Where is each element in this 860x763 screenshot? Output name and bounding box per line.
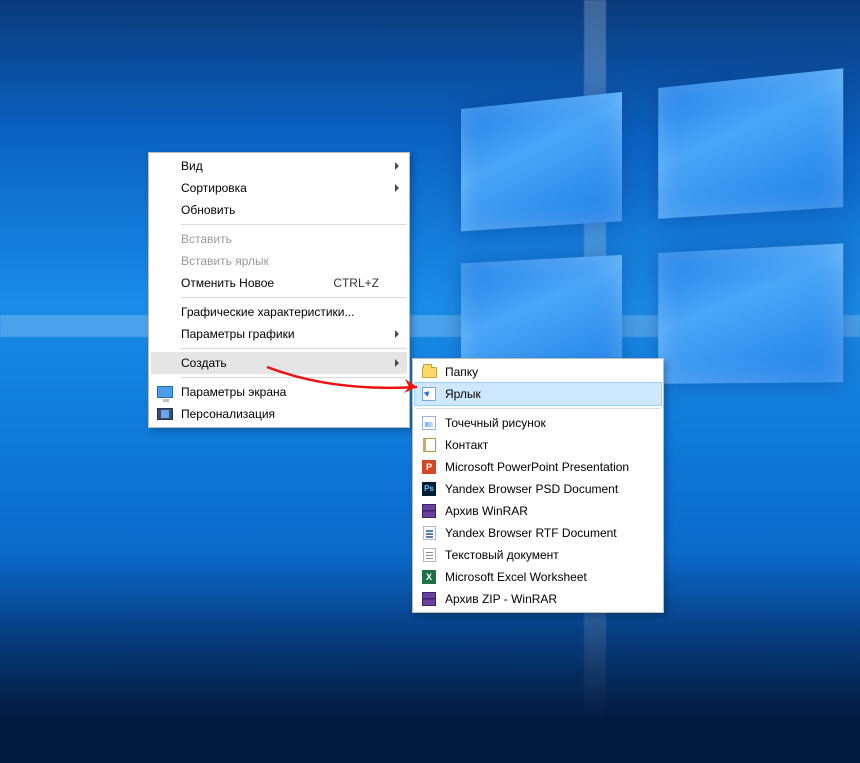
submenu-item[interactable]: X Microsoft Excel Worksheet	[415, 566, 661, 588]
menu-item-label: Вставить ярлык	[181, 254, 269, 268]
submenu-item-label: Архив ZIP - WinRAR	[445, 592, 557, 606]
desktop-context-menu: Вид Сортировка Обновить Вставить Вставить яр…	[148, 152, 410, 428]
powerpoint-icon: P	[421, 459, 437, 475]
menu-item[interactable]: Сортировка	[151, 177, 407, 199]
submenu-arrow-icon	[395, 184, 399, 192]
menu-item: Вставить ярлык	[151, 250, 407, 272]
menu-separator	[181, 348, 406, 349]
bitmap-icon	[421, 415, 437, 431]
folder-icon	[421, 364, 437, 380]
menu-item-label: Отменить Новое	[181, 276, 274, 290]
menu-separator	[181, 224, 406, 225]
personalize-icon	[157, 406, 173, 422]
submenu-item-label: Точечный рисунок	[445, 416, 546, 430]
winrar-icon	[421, 503, 437, 519]
submenu-item-label: Контакт	[445, 438, 488, 452]
text-icon	[421, 547, 437, 563]
menu-item-label: Создать	[181, 356, 227, 370]
submenu-item[interactable]: Архив ZIP - WinRAR	[415, 588, 661, 610]
submenu-item[interactable]: Yandex Browser RTF Document	[415, 522, 661, 544]
new-submenu: Папку Ярлык Точечный рисунок Контакт P Micros…	[412, 358, 664, 613]
menu-item[interactable]: Параметры графики	[151, 323, 407, 345]
submenu-arrow-icon	[395, 162, 399, 170]
menu-item-label: Графические характеристики...	[181, 305, 354, 319]
submenu-item-label: Microsoft Excel Worksheet	[445, 570, 587, 584]
contact-icon	[421, 437, 437, 453]
shortcut-icon	[421, 386, 437, 402]
submenu-item-label: Папку	[445, 365, 478, 379]
submenu-item-label: Yandex Browser RTF Document	[445, 526, 617, 540]
submenu-arrow-icon	[395, 330, 399, 338]
display-icon	[157, 384, 173, 400]
menu-item: Вставить	[151, 228, 407, 250]
submenu-item-label: Microsoft PowerPoint Presentation	[445, 460, 629, 474]
menu-item-label: Параметры графики	[181, 327, 295, 341]
menu-item[interactable]: Графические характеристики...	[151, 301, 407, 323]
menu-item[interactable]: Создать	[151, 352, 407, 374]
menu-item[interactable]: Обновить	[151, 199, 407, 221]
submenu-item[interactable]: Точечный рисунок	[415, 412, 661, 434]
submenu-item[interactable]: Ps Yandex Browser PSD Document	[415, 478, 661, 500]
excel-icon: X	[421, 569, 437, 585]
menu-item-label: Параметры экрана	[181, 385, 286, 399]
submenu-item-label: Ярлык	[445, 387, 481, 401]
menu-item-label: Персонализация	[181, 407, 275, 421]
submenu-item-label: Текстовый документ	[445, 548, 559, 562]
winrar-icon	[421, 591, 437, 607]
submenu-item[interactable]: Папку	[415, 361, 661, 383]
menu-separator	[416, 408, 660, 409]
submenu-item[interactable]: Контакт	[415, 434, 661, 456]
menu-separator	[181, 297, 406, 298]
menu-item[interactable]: Отменить Новое CTRL+Z	[151, 272, 407, 294]
menu-item-label: Сортировка	[181, 181, 247, 195]
submenu-item[interactable]: Ярлык	[415, 383, 661, 405]
menu-item-shortcut: CTRL+Z	[333, 276, 379, 290]
psd-icon: Ps	[421, 481, 437, 497]
menu-item[interactable]: Персонализация	[151, 403, 407, 425]
menu-separator	[181, 377, 406, 378]
rtf-icon	[421, 525, 437, 541]
submenu-item-label: Yandex Browser PSD Document	[445, 482, 618, 496]
menu-item[interactable]: Вид	[151, 155, 407, 177]
submenu-item[interactable]: Текстовый документ	[415, 544, 661, 566]
submenu-item[interactable]: P Microsoft PowerPoint Presentation	[415, 456, 661, 478]
menu-item[interactable]: Параметры экрана	[151, 381, 407, 403]
menu-item-label: Вид	[181, 159, 203, 173]
submenu-item-label: Архив WinRAR	[445, 504, 528, 518]
menu-item-label: Вставить	[181, 232, 232, 246]
submenu-item[interactable]: Архив WinRAR	[415, 500, 661, 522]
submenu-arrow-icon	[395, 359, 399, 367]
menu-item-label: Обновить	[181, 203, 235, 217]
